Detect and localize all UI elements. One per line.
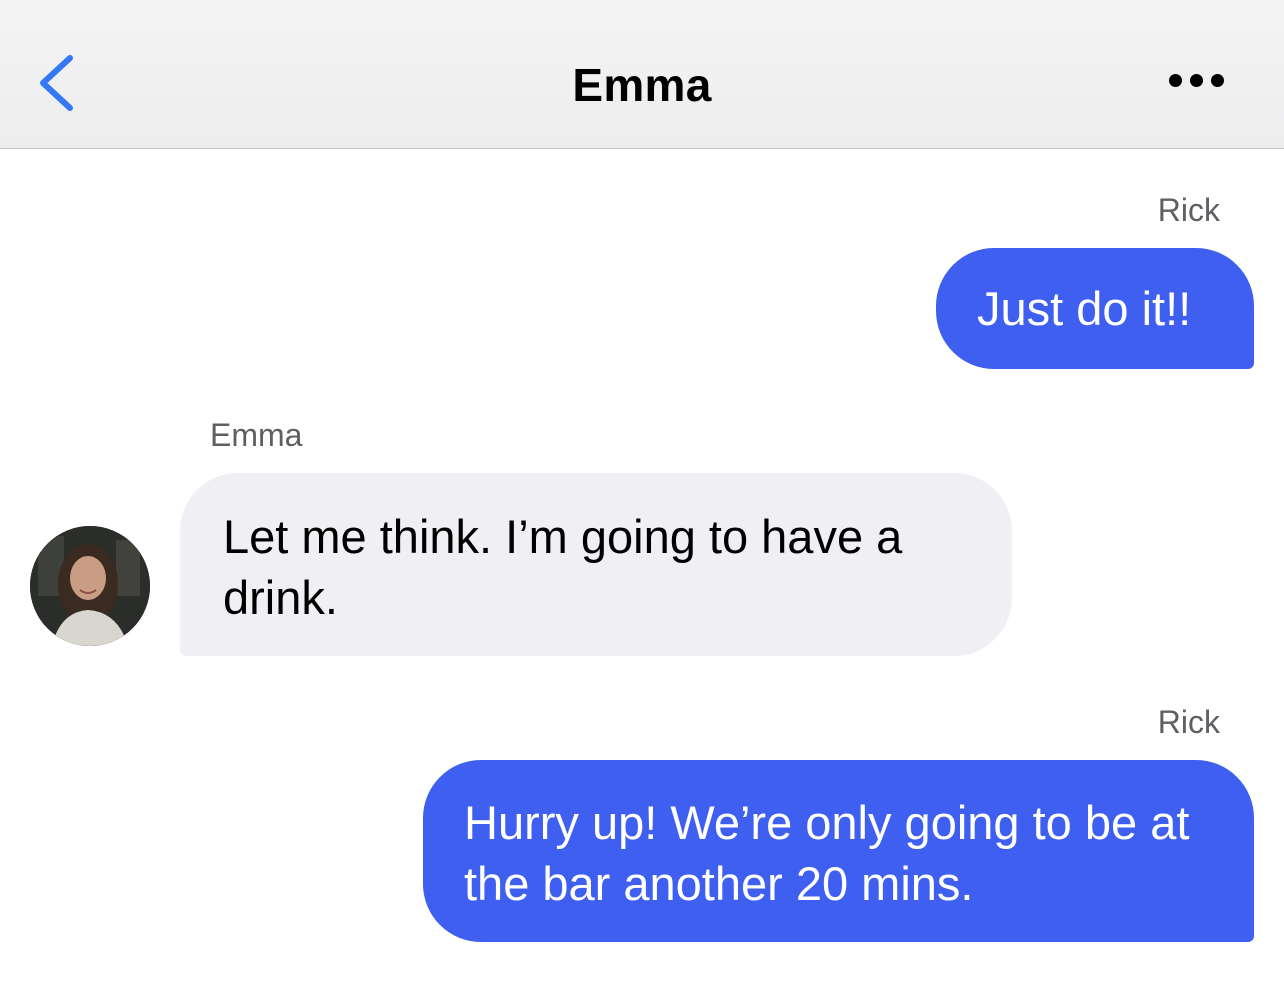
contact-avatar[interactable] bbox=[30, 526, 150, 646]
outgoing-message-bubble[interactable]: Hurry up! We’re only going to be at the … bbox=[423, 760, 1254, 942]
nav-bar: Emma bbox=[0, 0, 1284, 149]
message-sender-label: Emma bbox=[210, 417, 303, 453]
incoming-message-bubble[interactable]: Let me think. I’m going to have a drink. bbox=[180, 473, 1012, 656]
ellipsis-icon-dot bbox=[1211, 74, 1224, 87]
conversation-title: Emma bbox=[572, 59, 712, 111]
avatar-photo bbox=[30, 526, 150, 646]
message-sender-label: Rick bbox=[1157, 704, 1220, 740]
chevron-left-icon bbox=[40, 55, 73, 111]
outgoing-message-bubble[interactable]: Just do it!! bbox=[936, 248, 1254, 369]
more-options-button[interactable] bbox=[1162, 66, 1232, 98]
ellipsis-icon-dot bbox=[1190, 74, 1203, 87]
message-sender-label: Rick bbox=[1157, 192, 1220, 228]
back-button[interactable] bbox=[30, 48, 86, 118]
chat-screen: Emma Rick Just do it!! Emma Let me think… bbox=[0, 0, 1284, 990]
ellipsis-icon bbox=[1169, 74, 1182, 87]
